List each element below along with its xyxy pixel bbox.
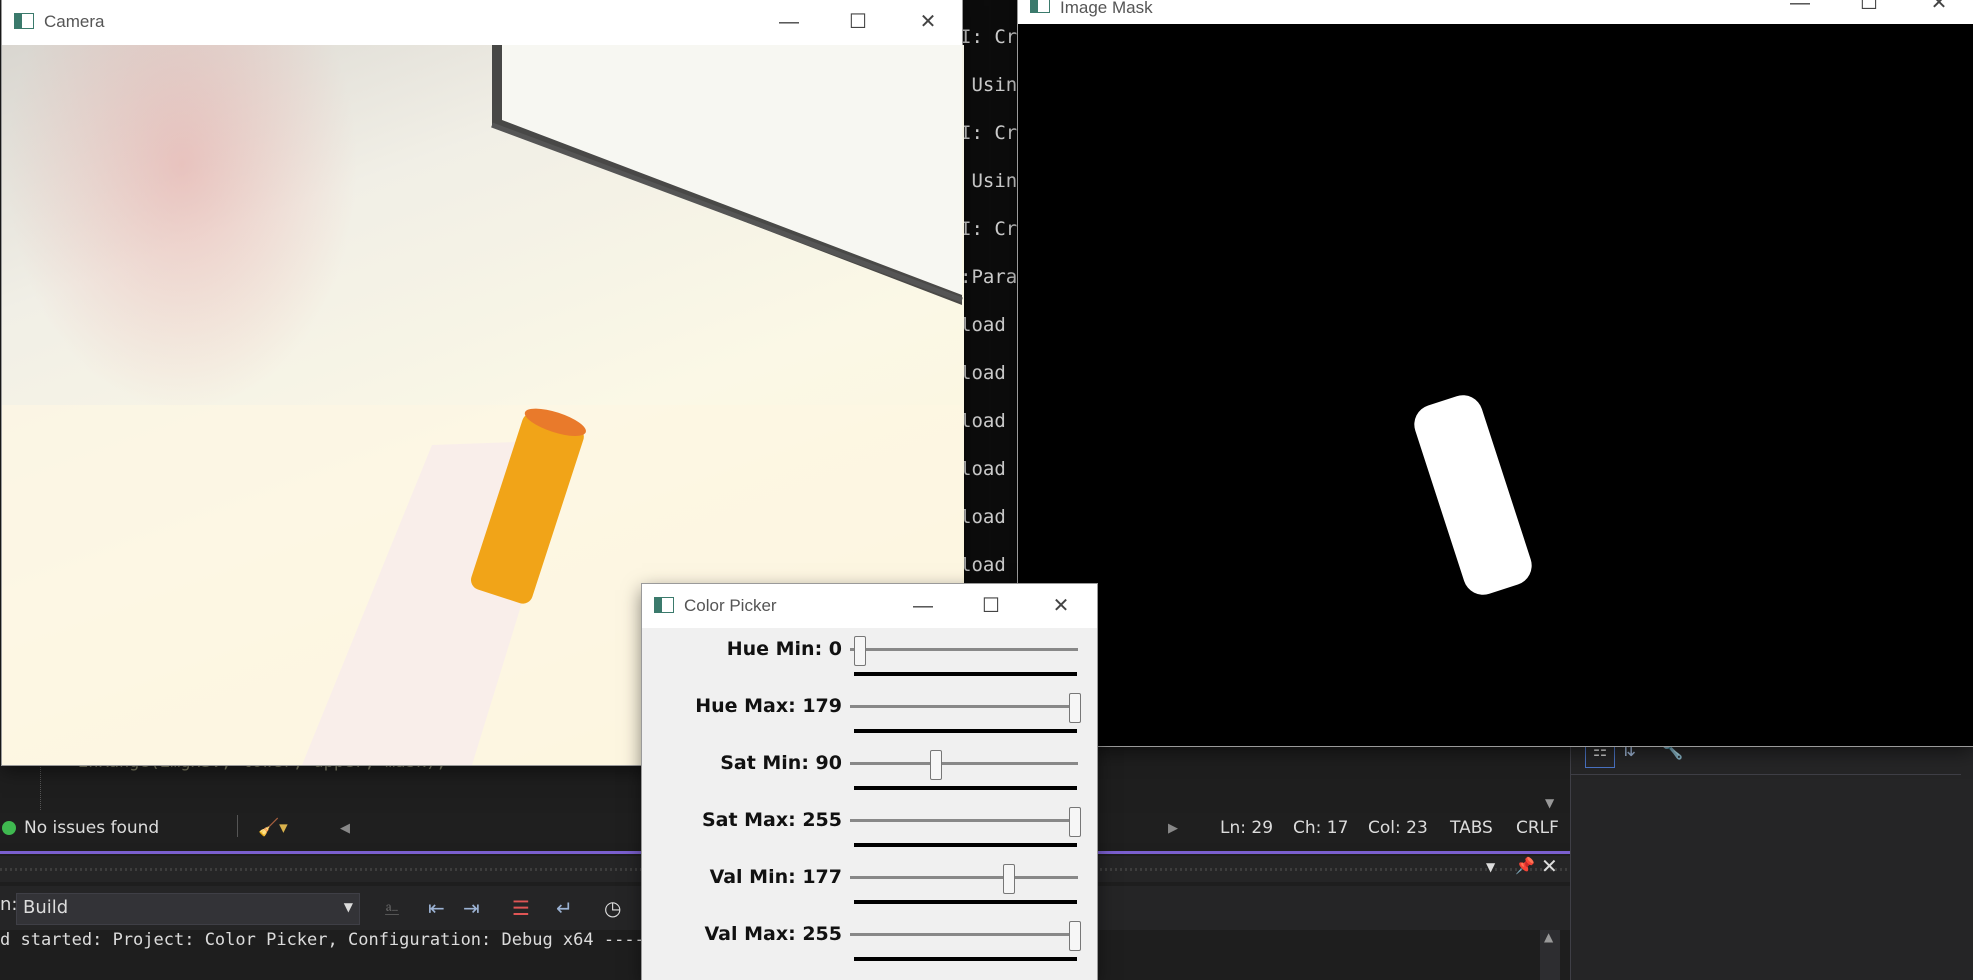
minimize-icon[interactable]: — [774, 7, 804, 37]
trackbar-underline [854, 729, 1077, 733]
word-wrap-icon[interactable]: ↵ [556, 896, 573, 920]
console-line: I: Cre [960, 122, 1020, 144]
console-line: I: Cre [960, 26, 1020, 48]
trackbar-rail[interactable] [850, 648, 1078, 651]
minimize-icon[interactable]: — [908, 591, 938, 621]
pin-icon[interactable]: 📌 [1515, 856, 1535, 875]
trackbar-rail[interactable] [850, 762, 1078, 765]
trackbar-underline [854, 957, 1077, 961]
trackbar-label: Hue Max: 179 [695, 695, 842, 717]
trackbar-rail[interactable] [850, 876, 1078, 879]
line-number[interactable]: Ln: 29 [1220, 818, 1273, 838]
mask-title-bar[interactable]: Image Mask — ☐ ✕ [1018, 0, 1973, 24]
console-line: Using [971, 170, 1020, 192]
show-output-label: n: [0, 894, 18, 915]
window-app-icon [1030, 0, 1050, 13]
issues-status[interactable]: No issues found [24, 818, 159, 838]
maximize-icon[interactable]: ☐ [843, 7, 873, 37]
scroll-down-icon[interactable]: ▼ [1545, 796, 1554, 810]
camera-window-title: Camera [44, 12, 105, 31]
trackbar-label: Sat Max: 255 [701, 809, 842, 831]
broom-icon[interactable]: 🧹▾ [258, 818, 288, 838]
trackbar-label: Hue Min: 0 [726, 638, 842, 660]
next-message-icon[interactable]: ⇥ [463, 896, 480, 920]
close-icon[interactable]: ✕ [1046, 591, 1076, 621]
output-source-value: Build [23, 897, 69, 918]
scroll-left-icon[interactable]: ◀ [340, 821, 350, 836]
scroll-up-icon[interactable]: ▲ [1544, 930, 1553, 944]
trackbar-underline [854, 843, 1077, 847]
trackbar-thumb[interactable] [929, 750, 942, 780]
color-picker-window: Color Picker — ☐ ✕ Hue Min: 0 Hue Max: 17… [642, 584, 1097, 980]
chevron-down-icon: ▼ [343, 900, 353, 914]
clear-all-icon[interactable]: ☰ [512, 896, 530, 920]
console-line: load c [960, 362, 1020, 384]
check-circle-icon [2, 821, 16, 835]
trackbar-row: Sat Min: 90 [642, 744, 1097, 801]
color-picker-title-bar[interactable]: Color Picker — ☐ ✕ [642, 584, 1097, 628]
console-line: load C [960, 314, 1020, 336]
dropdown-icon[interactable]: ▼ [1486, 860, 1495, 874]
maximize-icon[interactable]: ☐ [1854, 0, 1884, 18]
minimize-icon[interactable]: — [1785, 0, 1815, 18]
console-line: load C [960, 506, 1020, 528]
trackbar-rail[interactable] [850, 819, 1078, 822]
indent-guide [40, 760, 42, 810]
console-window: I: Cre Using I: Cre Using I: Cre :Paral load… [960, 0, 1020, 590]
divider [237, 815, 238, 837]
trackbar-label: Sat Min: 90 [720, 752, 842, 774]
trackbar-thumb[interactable] [1003, 864, 1016, 894]
trackbar-row: Hue Min: 0 [642, 630, 1097, 687]
console-line: Using [971, 74, 1020, 96]
column-number[interactable]: Col: 23 [1368, 818, 1428, 838]
close-icon[interactable]: ✕ [1541, 854, 1558, 878]
mask-window-title: Image Mask [1060, 0, 1153, 17]
trackbar-row: Val Min: 177 [642, 858, 1097, 915]
scroll-right-icon[interactable]: ▶ [1168, 821, 1178, 836]
console-line: I: Cre [960, 218, 1020, 240]
trackbar-row: Val Max: 255 [642, 915, 1097, 972]
window-app-icon [14, 13, 34, 29]
console-line: load c [960, 458, 1020, 480]
trackbar-label: Val Min: 177 [709, 866, 842, 888]
console-line: load C [960, 410, 1020, 432]
maximize-icon[interactable]: ☐ [976, 591, 1006, 621]
line-ending-indicator[interactable]: CRLF [1516, 818, 1559, 838]
char-number[interactable]: Ch: 17 [1293, 818, 1348, 838]
properties-panel: ☷ ⇅ 🔧 [1570, 740, 1973, 980]
console-line: :Paral [960, 266, 1020, 288]
goto-icon[interactable]: ⎁ [384, 896, 400, 920]
trackbar-underline [854, 786, 1077, 790]
trackbar-row: Hue Max: 179 [642, 687, 1097, 744]
color-picker-title: Color Picker [684, 596, 777, 615]
tabs-indicator[interactable]: TABS [1450, 818, 1493, 838]
mask-image [1018, 24, 1973, 746]
output-line: d started: Project: Color Picker, Config… [0, 930, 666, 950]
trackbar-rail[interactable] [850, 933, 1078, 936]
trackbar-panel: Hue Min: 0 Hue Max: 179 Sat Min: 90 Sat Max… [642, 628, 1097, 980]
trackbar-underline [854, 672, 1077, 676]
mask-blob [1414, 395, 1532, 595]
trackbar-thumb[interactable] [1069, 921, 1081, 951]
clock-icon[interactable]: ◷ [604, 896, 621, 920]
prev-message-icon[interactable]: ⇤ [428, 896, 445, 920]
trackbar-row: Sat Max: 255 [642, 801, 1097, 858]
camera-title-bar[interactable]: Camera — ☐ ✕ [2, 0, 962, 44]
console-line: load c [960, 554, 1020, 576]
trackbar-label: Val Max: 255 [704, 923, 842, 945]
close-icon[interactable]: ✕ [1924, 0, 1954, 18]
output-source-select[interactable]: Build ▼ [16, 893, 360, 925]
trackbar-underline [854, 900, 1077, 904]
window-app-icon [654, 597, 674, 613]
trackbar-thumb[interactable] [1069, 807, 1081, 837]
close-icon[interactable]: ✕ [913, 7, 943, 37]
trackbar-thumb[interactable] [854, 636, 866, 666]
output-scrollbar[interactable]: ▲ [1540, 930, 1560, 980]
divider [1571, 774, 1961, 775]
image-mask-window: Image Mask — ☐ ✕ [1018, 0, 1973, 746]
trackbar-rail[interactable] [850, 705, 1078, 708]
trackbar-thumb[interactable] [1069, 693, 1081, 723]
